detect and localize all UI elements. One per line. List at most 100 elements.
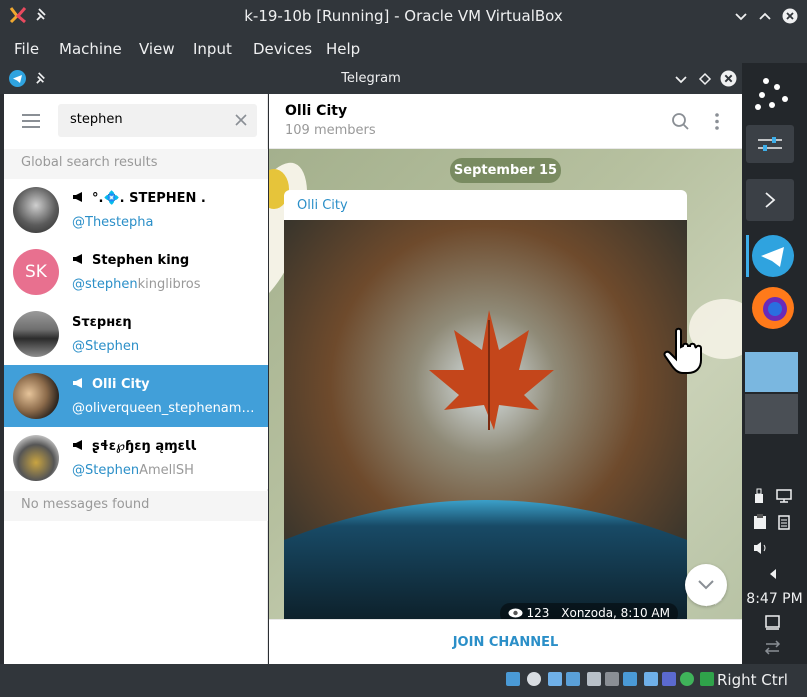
result-name: Stephen king (92, 253, 190, 268)
result-username: @oliverqueen_stephenamel_... (72, 401, 262, 416)
channel-message: Olli City 123 Xonzoda, 8:10 AM (284, 190, 687, 619)
host-key-label: Right Ctrl (717, 671, 788, 689)
scroll-down-button[interactable] (685, 564, 727, 606)
maximize-icon[interactable] (698, 72, 712, 86)
minimize-icon[interactable] (733, 8, 749, 24)
avatar (13, 187, 59, 233)
window-title: k-19-10b [Running] - Oracle VM VirtualBo… (244, 7, 563, 25)
usb-icon[interactable] (587, 672, 601, 686)
message-author[interactable]: Olli City (297, 198, 348, 213)
result-name: °.💠. STEPHEN . (92, 191, 206, 206)
more-options-icon[interactable] (713, 112, 721, 131)
result-name: ʂɬɛ℘ɧɛŋ ąɱɛƖƖ (92, 439, 197, 454)
vbox-title-bar: k-19-10b [Running] - Oracle VM VirtualBo… (0, 0, 807, 33)
search-result-item[interactable]: SK Stephen king @stephenkinglibros (4, 241, 268, 303)
menu-icon[interactable] (22, 114, 40, 128)
views-count: 123 (526, 606, 550, 619)
telegram-task-icon[interactable] (751, 234, 795, 278)
shared-folders-icon[interactable] (605, 672, 619, 686)
launcher-icon[interactable] (752, 71, 792, 111)
caret-left-icon[interactable] (768, 568, 778, 580)
settings-widget[interactable] (746, 125, 794, 163)
maximize-icon[interactable] (757, 8, 773, 24)
avatar (13, 373, 59, 419)
message-author-time: Xonzoda, 8:10 AM (561, 606, 670, 619)
display-icon[interactable] (775, 488, 793, 504)
mouse-integration-icon[interactable] (680, 672, 694, 686)
result-name: Sτεpнεη (72, 315, 132, 330)
avatar: SK (13, 249, 59, 295)
pager-desktop-1[interactable] (745, 352, 798, 392)
kde-panel: 8:47 PM (742, 63, 807, 664)
dialogs-panel: stephen Global search results °.💠. STEPH… (4, 94, 268, 664)
menu-file[interactable]: File (14, 40, 39, 58)
chevron-down-icon (698, 580, 714, 590)
result-username: @Thestepha (72, 215, 154, 230)
keyboard-capture-icon[interactable] (700, 672, 714, 686)
join-channel-button[interactable]: JOIN CHANNEL (269, 619, 742, 664)
result-username: @Stephen (72, 339, 140, 354)
telegram-title-bar: Telegram (0, 63, 742, 94)
show-desktop-icon[interactable] (764, 614, 781, 631)
telegram-title: Telegram (341, 71, 401, 86)
chat-title[interactable]: Olli City (285, 103, 347, 119)
search-result-item[interactable]: ʂɬɛ℘ɧɛŋ ąɱɛƖƖ @StephenAmellSH (4, 427, 268, 489)
menu-view[interactable]: View (139, 40, 175, 58)
hard-disk-icon[interactable] (506, 672, 520, 686)
close-icon[interactable] (782, 8, 798, 24)
expand-panel[interactable] (746, 179, 794, 221)
message-photo[interactable]: 123 Xonzoda, 8:10 AM (284, 220, 687, 619)
sliders-icon (758, 137, 782, 151)
pager-desktop-2[interactable] (745, 394, 798, 434)
optical-drive-icon[interactable] (527, 672, 541, 686)
result-username: @stephen (72, 277, 138, 292)
message-meta: 123 Xonzoda, 8:10 AM (499, 603, 678, 619)
network-icon[interactable] (566, 672, 580, 686)
vbox-status-bar: Right Ctrl (0, 664, 807, 697)
search-result-item-selected[interactable]: Olli City @oliverqueen_stephenamel_... (4, 365, 268, 427)
avatar (13, 435, 59, 481)
chat-header: Olli City 109 members (269, 94, 742, 149)
active-indicator (746, 235, 749, 277)
search-input[interactable]: stephen (58, 104, 257, 137)
menu-input[interactable]: Input (193, 40, 232, 58)
notes-icon[interactable] (776, 514, 792, 530)
chat-area: September 15 Olli City 123 Xonzoda, 8:10… (269, 149, 742, 619)
global-search-header: Global search results (4, 149, 268, 179)
menu-help[interactable]: Help (326, 40, 360, 58)
views-icon (508, 608, 523, 618)
clock[interactable]: 8:47 PM (742, 591, 807, 607)
avatar (13, 311, 59, 357)
menu-bar: File Machine View Input Devices Help (0, 33, 807, 63)
volume-icon[interactable] (752, 540, 770, 556)
chat-members: 109 members (285, 123, 376, 138)
menu-devices[interactable]: Devices (253, 40, 312, 58)
search-icon[interactable] (671, 112, 690, 131)
search-result-item[interactable]: Sτεpнεη @Stephen (4, 303, 268, 365)
chevron-right-icon (765, 192, 776, 208)
clipboard-icon[interactable] (752, 514, 768, 530)
search-result-item[interactable]: °.💠. STEPHEN . @Thestepha (4, 179, 268, 241)
maple-leaf-photo (284, 220, 687, 619)
minimize-icon[interactable] (674, 72, 688, 86)
clear-search-icon[interactable] (234, 113, 248, 127)
virtualization-icon[interactable] (662, 672, 676, 686)
firefox-icon[interactable] (750, 285, 796, 331)
result-name: Olli City (92, 377, 150, 392)
date-badge: September 15 (450, 158, 561, 183)
menu-machine[interactable]: Machine (59, 40, 122, 58)
no-messages-label: No messages found (4, 491, 268, 521)
result-username: @Stephen (72, 463, 140, 478)
channel-icon (73, 440, 82, 450)
hand-cursor-icon (663, 327, 702, 374)
search-value: stephen (70, 112, 123, 127)
close-icon[interactable] (720, 70, 737, 87)
channel-icon (73, 378, 82, 388)
usb-icon[interactable] (752, 488, 766, 504)
audio-icon[interactable] (548, 672, 562, 686)
panel-settings-icon[interactable] (764, 640, 781, 655)
display-icon[interactable] (623, 672, 637, 686)
channel-icon (73, 192, 82, 202)
video-capture-icon[interactable] (644, 672, 658, 686)
channel-icon (73, 254, 82, 264)
